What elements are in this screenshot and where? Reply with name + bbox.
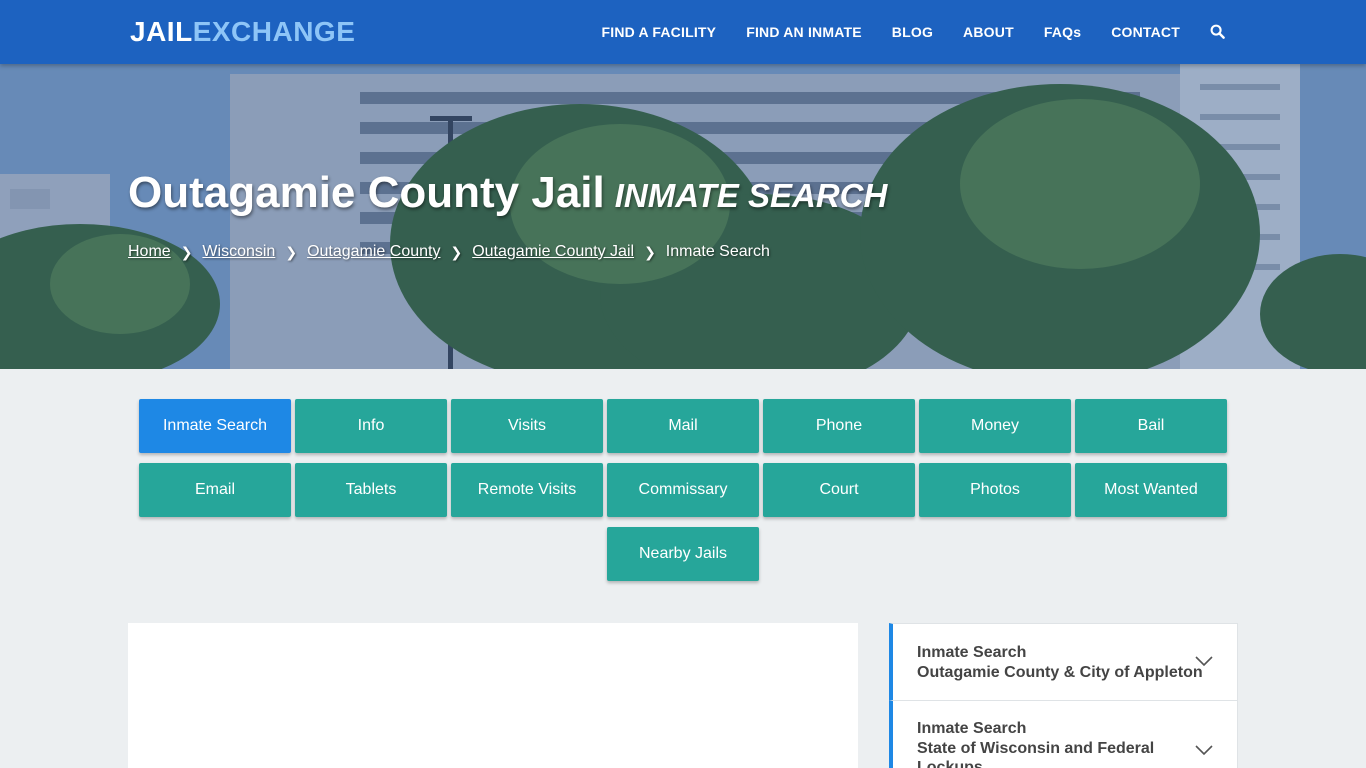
tab-mail[interactable]: Mail — [607, 399, 759, 453]
site-logo[interactable]: JAILEXCHANGE — [130, 16, 355, 48]
nav-about[interactable]: ABOUT — [963, 24, 1014, 40]
chevron-right-icon: ❯ — [450, 243, 463, 260]
tab-photos[interactable]: Photos — [919, 463, 1071, 517]
tab-phone[interactable]: Phone — [763, 399, 915, 453]
tab-nearby-jails[interactable]: Nearby Jails — [607, 527, 759, 581]
tab-email[interactable]: Email — [139, 463, 291, 517]
tab-inmate-search[interactable]: Inmate Search — [139, 399, 291, 453]
sidebar-item-title: Inmate Search — [917, 720, 1027, 737]
top-navbar: JAILEXCHANGE FIND A FACILITY FIND AN INM… — [0, 0, 1366, 64]
breadcrumb-facility[interactable]: Outagamie County Jail — [472, 243, 634, 261]
chevron-right-icon: ❯ — [180, 243, 193, 260]
tab-tablets[interactable]: Tablets — [295, 463, 447, 517]
tab-visits[interactable]: Visits — [451, 399, 603, 453]
main-nav: FIND A FACILITY FIND AN INMATE BLOG ABOU… — [571, 0, 1226, 64]
tab-bail[interactable]: Bail — [1075, 399, 1227, 453]
tab-most-wanted[interactable]: Most Wanted — [1075, 463, 1227, 517]
breadcrumb-current: Inmate Search — [665, 243, 770, 260]
page-title-sub: INMATE SEARCH — [614, 177, 888, 214]
sidebar-item-subtitle: Outagamie County & City of Appleton — [917, 664, 1203, 681]
sidebar-item-state-search[interactable]: Inmate Search State of Wisconsin and Fed… — [889, 700, 1238, 768]
tab-remote-visits[interactable]: Remote Visits — [451, 463, 603, 517]
hero-banner: Outagamie County Jail INMATE SEARCH Home … — [0, 64, 1366, 369]
breadcrumb-home[interactable]: Home — [128, 243, 171, 261]
nav-blog[interactable]: BLOG — [892, 24, 933, 40]
tab-info[interactable]: Info — [295, 399, 447, 453]
breadcrumb: Home ❯ Wisconsin ❯ Outagamie County ❯ Ou… — [128, 243, 770, 261]
nav-find-facility[interactable]: FIND A FACILITY — [601, 24, 716, 40]
chevron-down-icon[interactable] — [1195, 654, 1213, 672]
breadcrumb-county[interactable]: Outagamie County — [307, 243, 440, 261]
chevron-right-icon: ❯ — [285, 243, 298, 260]
page-title-main: Outagamie County Jail — [128, 168, 605, 217]
sidebar-item-title: Inmate Search — [917, 644, 1027, 661]
nav-find-inmate[interactable]: FIND AN INMATE — [746, 24, 862, 40]
sidebar-item-county-search[interactable]: Inmate Search Outagamie County & City of… — [889, 623, 1238, 700]
page-title: Outagamie County Jail INMATE SEARCH — [128, 168, 887, 218]
logo-text-exchange: EXCHANGE — [192, 16, 356, 47]
nav-faqs[interactable]: FAQs — [1044, 24, 1081, 40]
search-icon[interactable] — [1210, 24, 1226, 40]
nav-contact[interactable]: CONTACT — [1111, 24, 1180, 40]
breadcrumb-state[interactable]: Wisconsin — [202, 243, 275, 261]
chevron-right-icon: ❯ — [644, 243, 656, 260]
sidebar-item-subtitle: State of Wisconsin and Federal Lockups — [917, 740, 1155, 768]
logo-text-jail: JAIL — [130, 16, 193, 47]
main-content-card — [128, 623, 858, 768]
chevron-down-icon[interactable] — [1195, 743, 1213, 761]
tab-money[interactable]: Money — [919, 399, 1071, 453]
tab-court[interactable]: Court — [763, 463, 915, 517]
tab-commissary[interactable]: Commissary — [607, 463, 759, 517]
